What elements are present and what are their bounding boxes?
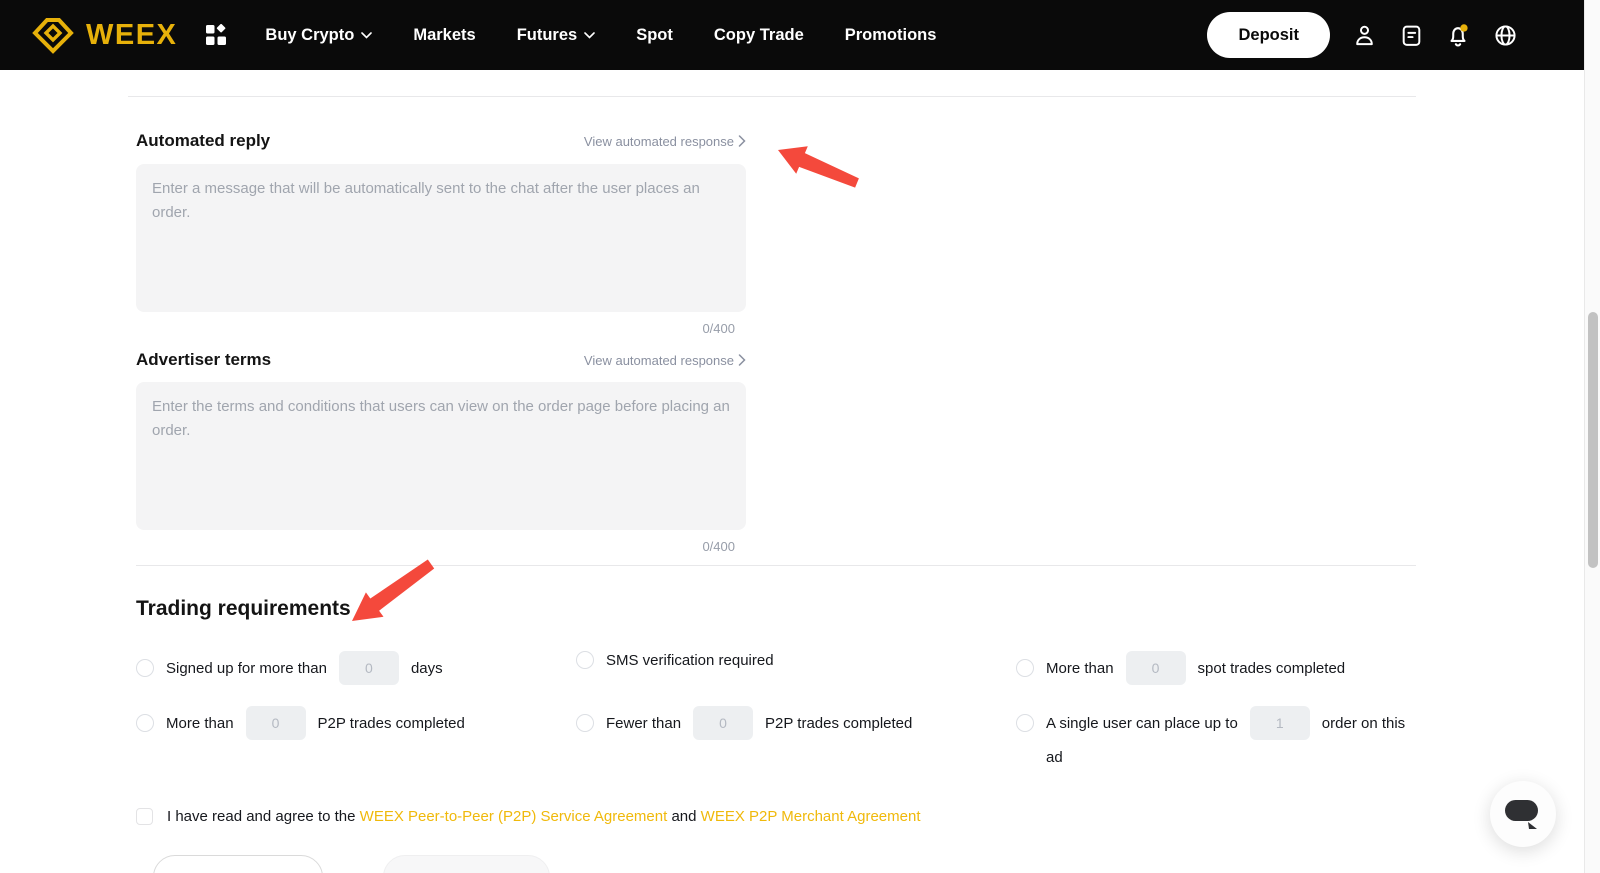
advertiser-terms-title: Advertiser terms — [136, 350, 271, 370]
nav-label: Buy Crypto — [265, 26, 354, 45]
language-globe-icon[interactable] — [1492, 22, 1518, 48]
req-sms-verification: SMS verification required — [576, 651, 774, 669]
req-text-block: A single user can place up to order on t… — [1046, 706, 1405, 766]
agreement-prefix: I have read and agree to the — [167, 808, 355, 825]
req-label: spot trades completed — [1198, 660, 1346, 677]
automated-reply-counter: 0/400 — [136, 321, 735, 336]
automated-reply-title: Automated reply — [136, 131, 270, 151]
req-label: P2P trades completed — [318, 715, 465, 732]
section-divider — [136, 565, 1416, 566]
nav-item-spot[interactable]: Spot — [636, 26, 673, 45]
advertiser-terms-textarea[interactable] — [136, 382, 746, 530]
nav-item-markets[interactable]: Markets — [413, 26, 475, 45]
support-chat-button[interactable] — [1490, 781, 1556, 847]
submit-button[interactable] — [383, 855, 550, 873]
req-label: A single user can place up to — [1046, 715, 1238, 732]
signed-up-days-input[interactable] — [339, 651, 399, 685]
more-p2p-trades-input[interactable] — [246, 706, 306, 740]
weex-diamond-icon — [30, 14, 76, 56]
req-more-p2p-trades: More than P2P trades completed — [136, 706, 465, 740]
req-label: Signed up for more than — [166, 660, 327, 677]
radio-sms-verification[interactable] — [576, 651, 594, 669]
link-label: View automated response — [584, 134, 734, 149]
annotation-arrow-trading-requirements — [340, 555, 450, 635]
orders-document-icon[interactable] — [1398, 22, 1424, 48]
fewer-p2p-trades-input[interactable] — [693, 706, 753, 740]
nav-label: Markets — [413, 26, 475, 45]
section-divider — [128, 96, 1416, 97]
p2p-merchant-agreement-link[interactable]: WEEX P2P Merchant Agreement — [701, 808, 921, 825]
chevron-down-icon — [584, 32, 595, 39]
nav-item-promotions[interactable]: Promotions — [845, 26, 937, 45]
nav-item-buy-crypto[interactable]: Buy Crypto — [265, 26, 372, 45]
req-label: days — [411, 660, 443, 677]
scrollbar-thumb[interactable] — [1588, 312, 1598, 568]
nav-label: Copy Trade — [714, 26, 804, 45]
page: WEEX Buy Crypto Markets Futures Spot Cop… — [0, 0, 1600, 873]
notifications-bell-icon[interactable] — [1445, 22, 1471, 48]
nav-right-controls: Deposit — [1207, 12, 1518, 58]
trading-requirements-title: Trading requirements — [136, 597, 351, 621]
advertiser-terms-header: Advertiser terms View automated response — [136, 350, 746, 370]
automated-reply-textarea[interactable] — [136, 164, 746, 312]
single-user-orders-input[interactable] — [1250, 706, 1310, 740]
radio-more-p2p-trades[interactable] — [136, 714, 154, 732]
req-signed-up-days: Signed up for more than days — [136, 651, 443, 685]
req-label: SMS verification required — [606, 652, 774, 669]
req-label: P2P trades completed — [765, 715, 912, 732]
brand-name: WEEX — [86, 19, 177, 52]
main-menu: Buy Crypto Markets Futures Spot Copy Tra… — [265, 26, 936, 45]
chat-bubble-icon — [1502, 796, 1544, 832]
user-profile-icon[interactable] — [1351, 22, 1377, 48]
agreement-text: I have read and agree to the WEEX Peer-t… — [167, 808, 921, 825]
p2p-service-agreement-link[interactable]: WEEX Peer-to-Peer (P2P) Service Agreemen… — [360, 808, 668, 825]
agreement-conjunction: and — [671, 808, 696, 825]
nav-item-copy-trade[interactable]: Copy Trade — [714, 26, 804, 45]
chevron-right-icon — [738, 135, 746, 147]
advertiser-terms-counter: 0/400 — [136, 539, 735, 554]
req-label: order on this — [1322, 715, 1405, 732]
automated-reply-header: Automated reply View automated response — [136, 131, 746, 151]
radio-spot-trades[interactable] — [1016, 659, 1034, 677]
chevron-right-icon — [738, 354, 746, 366]
nav-label: Promotions — [845, 26, 937, 45]
scrollbar-track[interactable] — [1584, 0, 1600, 873]
apps-grid-icon[interactable] — [205, 24, 227, 46]
req-single-user-orders: A single user can place up to order on t… — [1016, 706, 1405, 766]
req-label: ad — [1046, 749, 1405, 766]
req-spot-trades: More than spot trades completed — [1016, 651, 1345, 685]
annotation-arrow-automated-response — [752, 128, 872, 198]
weex-logo[interactable]: WEEX — [30, 14, 177, 56]
link-label: View automated response — [584, 353, 734, 368]
chevron-down-icon — [361, 32, 372, 39]
previous-step-button[interactable] — [153, 855, 323, 873]
view-automated-response-link[interactable]: View automated response — [584, 134, 746, 149]
nav-item-futures[interactable]: Futures — [517, 26, 596, 45]
req-fewer-p2p-trades: Fewer than P2P trades completed — [576, 706, 912, 740]
nav-label: Futures — [517, 26, 578, 45]
req-label: Fewer than — [606, 715, 681, 732]
deposit-button[interactable]: Deposit — [1207, 12, 1330, 58]
req-label: More than — [166, 715, 234, 732]
req-label: More than — [1046, 660, 1114, 677]
radio-fewer-p2p-trades[interactable] — [576, 714, 594, 732]
agreement-row: I have read and agree to the WEEX Peer-t… — [136, 808, 921, 825]
radio-signed-up-days[interactable] — [136, 659, 154, 677]
radio-single-user-orders[interactable] — [1016, 714, 1034, 732]
nav-label: Spot — [636, 26, 673, 45]
top-nav: WEEX Buy Crypto Markets Futures Spot Cop… — [0, 0, 1584, 70]
view-automated-response-link[interactable]: View automated response — [584, 353, 746, 368]
agreement-checkbox[interactable] — [136, 808, 153, 825]
spot-trades-input[interactable] — [1126, 651, 1186, 685]
